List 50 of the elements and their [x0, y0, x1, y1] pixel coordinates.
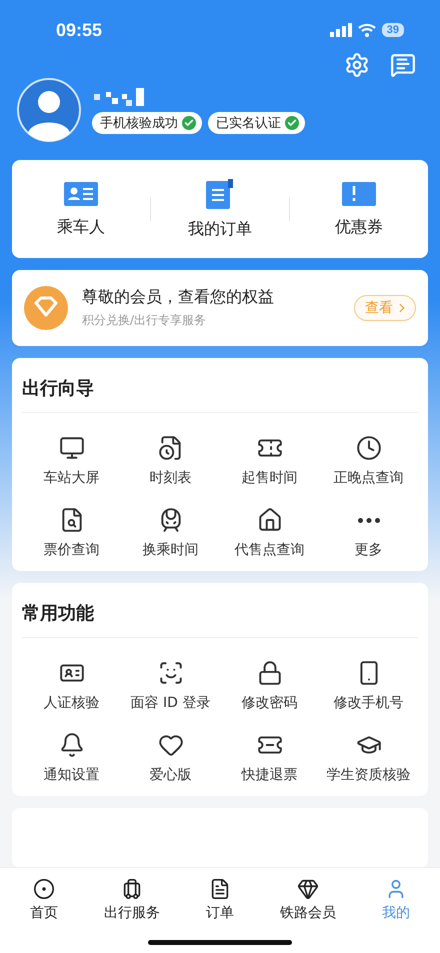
document-icon [209, 878, 231, 900]
luggage-icon [121, 878, 143, 900]
shortcut-label[interactable]: 优惠券 [335, 216, 383, 238]
status-time: 09:55 [56, 20, 102, 40]
feature-label[interactable]: 换乘时间 [142, 541, 198, 559]
section-title: 常用功能 [22, 593, 418, 638]
shortcut-label[interactable]: 乘车人 [57, 216, 105, 238]
feature-label[interactable]: 通知设置 [44, 766, 100, 784]
tab[interactable]: 订单 [176, 878, 264, 922]
section-title: 出行向导 [22, 368, 418, 413]
signal-icon [330, 23, 352, 37]
message-icon[interactable] [390, 52, 416, 78]
member-title: 尊敬的会员，查看您的权益 [82, 287, 275, 308]
feature-label[interactable]: 车站大屏 [44, 469, 100, 487]
feature-label[interactable]: 票价查询 [44, 541, 100, 559]
house-icon [256, 507, 282, 533]
feature-label[interactable]: 修改手机号 [334, 694, 404, 712]
monitor-icon [58, 435, 84, 461]
bell-icon [58, 732, 84, 758]
feature-label[interactable]: 更多 [354, 541, 382, 559]
tab[interactable]: 铁路会员 [264, 878, 352, 922]
shortcut-label[interactable]: 我的订单 [188, 218, 252, 240]
feature-label[interactable]: 爱心版 [150, 766, 192, 784]
feature-label[interactable]: 代售点查询 [234, 541, 304, 559]
tab[interactable]: 出行服务 [88, 878, 176, 922]
verification-badge: 已实名认证 [208, 112, 305, 134]
verification-badge: 手机核验成功 [92, 112, 202, 134]
avatar-icon[interactable] [16, 77, 82, 143]
feature-label[interactable]: 学生资质核验 [326, 766, 410, 784]
member-subtitle: 积分兑换/出行专享服务 [82, 312, 208, 329]
face-scan-icon [158, 660, 184, 686]
coupon-icon [342, 180, 376, 206]
document-clock-icon [158, 435, 184, 461]
settings-icon[interactable] [344, 52, 370, 78]
battery-level: 39 [382, 23, 404, 37]
tab[interactable]: 首页 [0, 878, 88, 922]
clock-icon [356, 435, 382, 461]
feature-label[interactable]: 时刻表 [150, 469, 192, 487]
gem-icon [297, 878, 319, 900]
feature-label[interactable]: 人证核验 [44, 694, 100, 712]
lock-icon [256, 660, 282, 686]
feature-label[interactable]: 面容 ID 登录 [130, 694, 210, 712]
wifi-icon [358, 23, 376, 37]
feature-label[interactable]: 修改密码 [242, 694, 298, 712]
id-card-icon [64, 180, 98, 206]
document-icon [206, 178, 234, 208]
more-icon [358, 518, 380, 522]
feature-label[interactable]: 正晚点查询 [334, 469, 404, 487]
feature-label[interactable]: 快捷退票 [242, 766, 298, 784]
feature-label[interactable]: 起售时间 [242, 469, 298, 487]
